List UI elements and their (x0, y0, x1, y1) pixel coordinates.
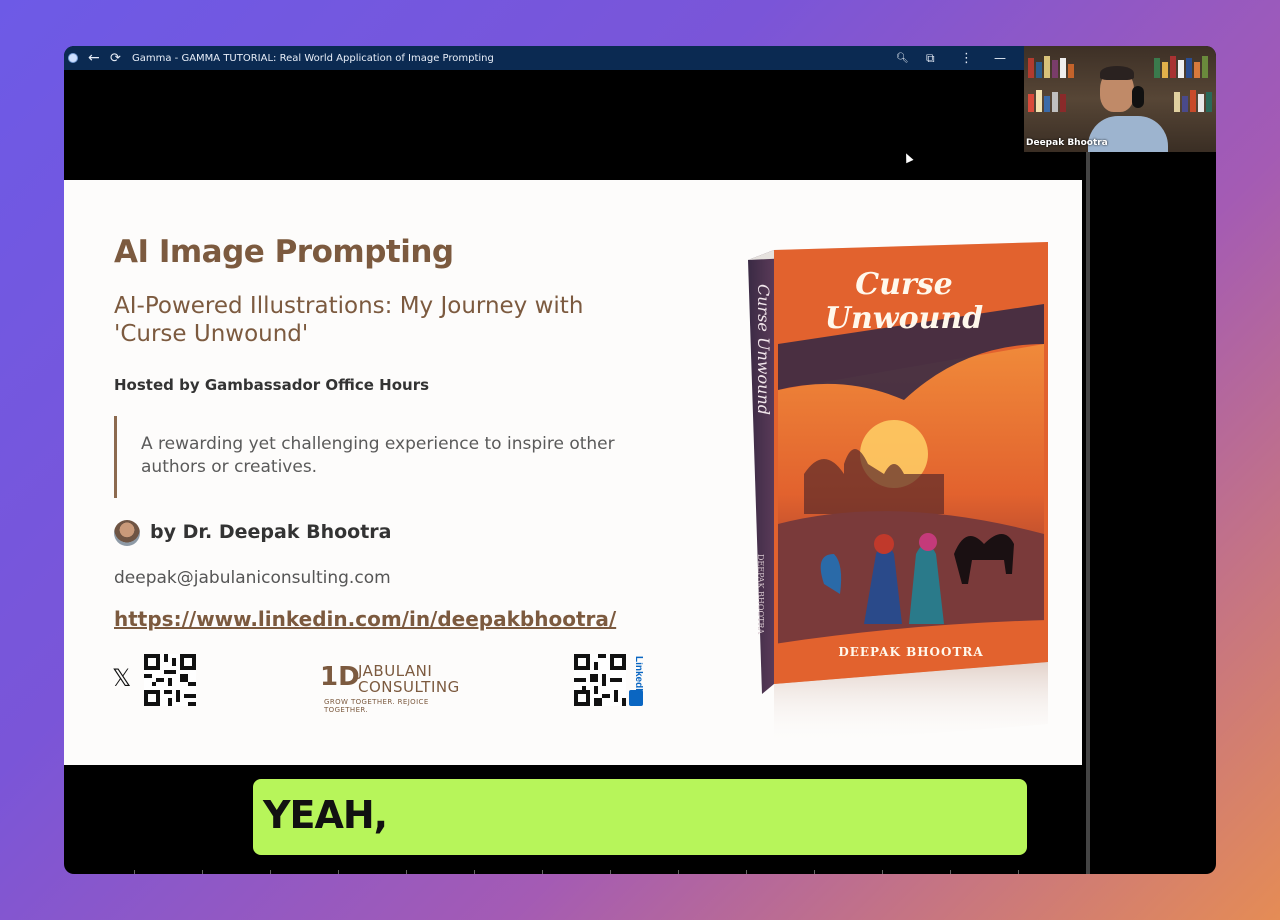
book-title: Curse (855, 267, 952, 302)
jabulani-logo-name: CONSULTING (358, 678, 460, 696)
app-icon (68, 46, 80, 70)
author-email: deepak@jabulaniconsulting.com (114, 568, 391, 588)
book-spine-title: Curse Unwound (754, 284, 773, 415)
book-cover-image: Curse Unwound DEEPAK BHOOTRA Curse Unwou… (748, 242, 1048, 746)
quote-block: A rewarding yet challenging experience t… (114, 416, 617, 498)
mouse-cursor-icon (902, 151, 914, 164)
jabulani-logo: 1D JABULANI CONSULTING GROW TOGETHER. RE… (320, 656, 470, 714)
x-qr-code-icon (144, 654, 196, 706)
browser-title-bar: ← ⟳ Gamma - GAMMA TUTORIAL: Real World A… (64, 46, 1024, 70)
caption-banner: YEAH, (253, 779, 1027, 855)
book-author: DEEPAK BHOOTRA (838, 645, 983, 659)
kebab-menu-icon[interactable]: ⋮ (960, 46, 973, 70)
window-title: Gamma - GAMMA TUTORIAL: Real World Appli… (132, 52, 494, 64)
extension-icon[interactable]: ⧉ (926, 46, 935, 70)
author-byline: by Dr. Deepak Bhootra (150, 521, 392, 543)
quote-text: A rewarding yet challenging experience t… (141, 434, 615, 477)
slide-subtitle: AI-Powered Illustrations: My Journey wit… (114, 293, 584, 347)
slide-title: AI Image Prompting (114, 234, 454, 270)
filmstrip-ticks (64, 870, 1086, 874)
linkedin-link[interactable]: https://www.linkedin.com/in/deepakbhootr… (114, 607, 616, 631)
linkedin-qr-code-icon (574, 654, 626, 706)
author-avatar (114, 520, 140, 546)
linkedin-logo-text: LinkedIn (633, 656, 643, 697)
jabulani-logo-tagline: GROW TOGETHER. REJOICE TOGETHER. (324, 698, 429, 714)
participant-video-tile[interactable]: Deepak Bhootra (1024, 46, 1216, 152)
book-title: Unwound (825, 301, 983, 336)
minimize-icon[interactable]: — (994, 46, 1006, 70)
reload-icon[interactable]: ⟳ (110, 46, 126, 70)
jabulani-logo-mark: 1D (320, 662, 360, 692)
back-arrow-icon[interactable]: ← (88, 46, 104, 70)
zoom-icon[interactable]: 🔍︎ (896, 46, 909, 70)
panel-divider[interactable] (1086, 152, 1090, 874)
x-logo-icon: 𝕏 (112, 664, 132, 692)
screen-share-window: ← ⟳ Gamma - GAMMA TUTORIAL: Real World A… (64, 46, 1216, 874)
book-spine-author: DEEPAK BHOOTRA (756, 554, 765, 634)
caption-text: YEAH, (263, 793, 388, 837)
participant-name: Deepak Bhootra (1026, 138, 1108, 148)
hosted-by-text: Hosted by Gambassador Office Hours (114, 376, 430, 394)
linkedin-logo-icon: LinkedIn (629, 656, 643, 706)
presentation-slide: AI Image Prompting AI-Powered Illustrati… (64, 180, 1082, 765)
